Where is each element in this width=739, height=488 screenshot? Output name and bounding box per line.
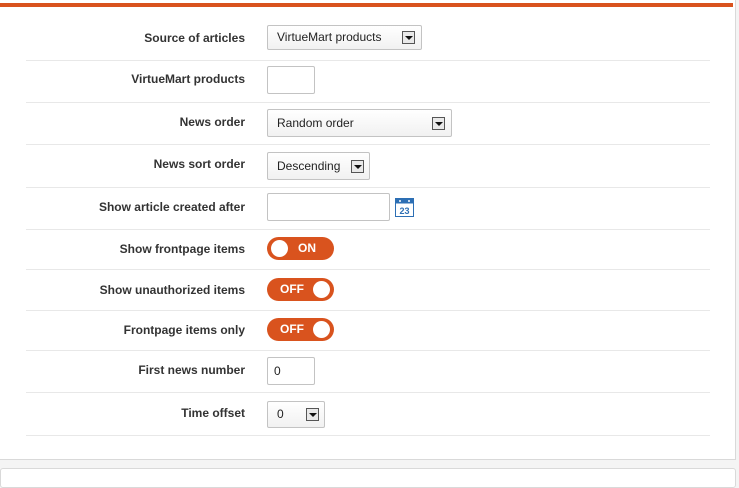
row-news-sort-order: News sort order Descending	[26, 144, 710, 188]
unauthorized-items-toggle[interactable]: OFF	[267, 278, 334, 301]
calendar-day-text: 23	[399, 206, 409, 216]
time-offset-select[interactable]: 0	[267, 401, 325, 428]
frontpage-items-state: ON	[298, 241, 316, 255]
toggle-knob	[313, 281, 330, 298]
unauthorized-items-state: OFF	[280, 282, 304, 296]
first-news-number-input[interactable]: 0	[267, 357, 315, 385]
chevron-down-icon	[432, 117, 445, 130]
row-unauthorized-items: Show unauthorized items OFF	[26, 269, 710, 311]
vm-products-input[interactable]	[267, 66, 315, 94]
next-panel-edge	[0, 468, 736, 488]
first-news-number-label: First news number	[138, 363, 245, 377]
frontpage-items-toggle[interactable]: ON	[267, 237, 334, 260]
calendar-icon[interactable]: 23	[395, 198, 414, 217]
settings-panel: Source of articles VirtueMart products V…	[0, 0, 736, 460]
news-order-select[interactable]: Random order	[267, 109, 452, 137]
toggle-knob	[271, 240, 288, 257]
unauthorized-items-label: Show unauthorized items	[99, 283, 245, 297]
chevron-down-icon	[402, 31, 415, 44]
frontpage-only-label: Frontpage items only	[123, 323, 245, 337]
time-offset-label: Time offset	[181, 406, 245, 420]
vm-products-label: VirtueMart products	[131, 72, 245, 86]
news-sort-order-select-value: Descending	[277, 159, 341, 173]
row-created-after: Show article created after 23	[26, 187, 710, 230]
chevron-down-icon	[306, 408, 319, 421]
row-news-order: News order Random order	[26, 102, 710, 145]
toggle-knob	[313, 321, 330, 338]
created-after-label: Show article created after	[98, 200, 245, 214]
news-order-label: News order	[179, 115, 245, 129]
row-frontpage-items: Show frontpage items ON	[26, 229, 710, 270]
row-frontpage-only: Frontpage items only OFF	[26, 310, 710, 351]
row-time-offset: Time offset 0	[26, 392, 710, 436]
frontpage-only-toggle[interactable]: OFF	[267, 318, 334, 341]
time-offset-select-value: 0	[277, 407, 284, 421]
news-sort-order-label: News sort order	[153, 157, 245, 171]
created-after-input[interactable]	[267, 193, 390, 221]
frontpage-items-label: Show frontpage items	[119, 242, 245, 256]
source-select-value: VirtueMart products	[277, 30, 382, 44]
news-sort-order-select[interactable]: Descending	[267, 152, 370, 180]
news-order-select-value: Random order	[277, 116, 354, 130]
chevron-down-icon	[351, 160, 364, 173]
row-virtuemart-products: VirtueMart products	[26, 60, 710, 103]
source-label: Source of articles	[144, 31, 245, 45]
accent-top-bar	[0, 3, 733, 7]
source-select[interactable]: VirtueMart products	[267, 25, 422, 50]
frontpage-only-state: OFF	[280, 322, 304, 336]
row-first-news-number: First news number 0	[26, 350, 710, 393]
row-source-of-articles: Source of articles VirtueMart products	[26, 18, 710, 61]
